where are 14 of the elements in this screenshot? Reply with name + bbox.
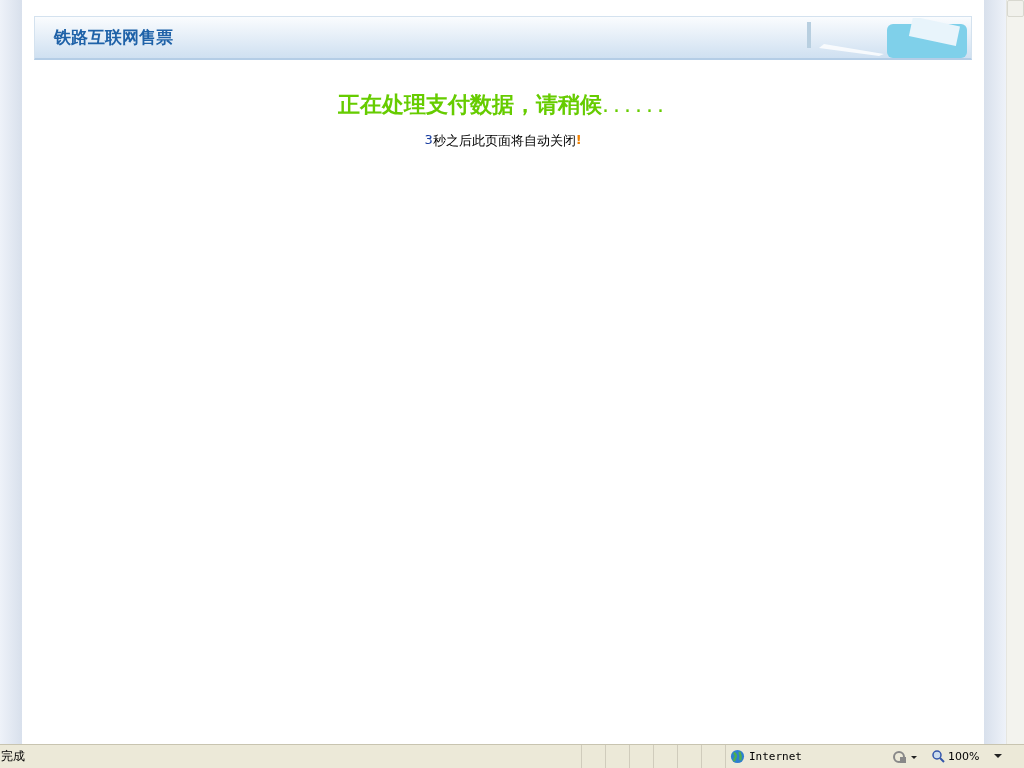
processing-heading: 正在处理支付数据，请稍候...... — [338, 91, 668, 119]
exclamation-mark: ! — [575, 132, 582, 149]
zoom-control[interactable]: 100% — [932, 750, 1003, 763]
vertical-scrollbar[interactable] — [1006, 0, 1024, 744]
countdown-number: 3 — [424, 132, 433, 149]
globe-icon — [730, 749, 745, 764]
scroll-up-button[interactable] — [1007, 0, 1024, 17]
auto-close-notice: 秒之后此页面将自动关闭 — [432, 132, 576, 150]
security-zone-label: Internet — [749, 750, 802, 763]
status-text: 完成 — [0, 748, 26, 765]
protected-mode-icon[interactable] — [892, 749, 918, 764]
magnifier-icon — [932, 750, 945, 763]
site-title: 铁路互联网售票 — [54, 26, 173, 49]
caret-icon — [994, 754, 1003, 759]
